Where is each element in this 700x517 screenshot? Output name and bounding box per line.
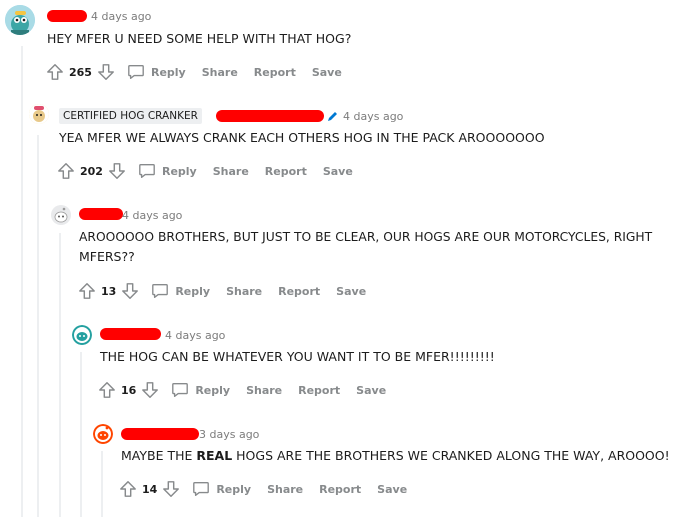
redacted-username[interactable]	[121, 428, 199, 440]
avatar[interactable]	[93, 424, 113, 444]
avatar-image	[51, 205, 71, 225]
report-button[interactable]: Report	[254, 66, 296, 79]
avatar-image	[93, 424, 113, 444]
save-button[interactable]: Save	[336, 285, 366, 298]
downvote-arrow-icon[interactable]	[121, 282, 139, 300]
comment-bubble-icon	[193, 482, 210, 496]
comment-actions: 265 Reply Share Report Save	[46, 62, 342, 82]
thread-line-level-2[interactable]	[37, 135, 39, 517]
timestamp[interactable]: 3 days ago	[199, 428, 259, 441]
reply-button[interactable]: Reply	[138, 162, 197, 180]
redacted-username[interactable]	[79, 208, 123, 220]
save-button[interactable]: Save	[323, 165, 353, 178]
avatar-image	[5, 5, 35, 35]
avatar[interactable]	[29, 104, 49, 124]
comment-bubble-icon	[152, 284, 169, 298]
share-button[interactable]: Share	[246, 384, 282, 397]
upvote-arrow-icon[interactable]	[78, 282, 96, 300]
avatar[interactable]	[51, 205, 71, 225]
report-button[interactable]: Report	[298, 384, 340, 397]
comment-text-line-1: AROOOOOO BROTHERS, BUT JUST TO BE CLEAR,…	[79, 230, 653, 244]
share-button[interactable]: Share	[213, 165, 249, 178]
avatar-image	[72, 325, 92, 345]
reply-label: Reply	[161, 164, 197, 178]
comment-text-line-2: MFERS??	[79, 249, 135, 264]
vote-count: 265	[69, 65, 92, 79]
comment-bubble-icon	[128, 65, 144, 79]
avatar-image	[29, 104, 49, 124]
comment-actions: 13 Reply Share Report Save	[78, 281, 366, 301]
comment-bubble-icon	[172, 383, 189, 397]
reply-label: Reply	[216, 482, 252, 496]
reply-button[interactable]: Reply	[192, 480, 251, 498]
comment-text-bold: REAL	[196, 448, 233, 463]
downvote-arrow-icon[interactable]	[97, 63, 115, 81]
comment-text: MAYBE THE REAL HOGS ARE THE BROTHERS WE …	[121, 445, 670, 467]
save-button[interactable]: Save	[312, 66, 342, 79]
reply-button[interactable]: Reply	[171, 381, 230, 399]
report-button[interactable]: Report	[278, 285, 320, 298]
downvote-arrow-icon[interactable]	[141, 381, 159, 399]
user-flair: CERTIFIED HOG CRANKER	[59, 108, 202, 124]
comment-text: HEY MFER U NEED SOME HELP WITH THAT HOG?	[47, 31, 352, 46]
upvote-arrow-icon[interactable]	[46, 63, 64, 81]
vote-count: 13	[101, 284, 117, 298]
downvote-arrow-icon[interactable]	[108, 162, 126, 180]
timestamp[interactable]: 4 days ago	[343, 110, 403, 123]
comment-actions: 16 Reply Share Report Save	[98, 380, 386, 400]
comment-bubble-icon	[139, 164, 155, 178]
vote-count: 16	[121, 383, 137, 397]
upvote-arrow-icon[interactable]	[98, 381, 116, 399]
save-button[interactable]: Save	[356, 384, 386, 397]
thread-line-level-3[interactable]	[59, 233, 61, 517]
redacted-username[interactable]	[216, 110, 324, 122]
timestamp[interactable]: 4 days ago	[91, 10, 151, 23]
share-button[interactable]: Share	[202, 66, 238, 79]
comment-actions: 202 Reply Share Report Save	[57, 161, 353, 181]
reply-button[interactable]: Reply	[151, 282, 210, 300]
reply-label: Reply	[175, 284, 211, 298]
redacted-username[interactable]	[47, 10, 87, 22]
upvote-arrow-icon[interactable]	[119, 480, 137, 498]
timestamp[interactable]: 4 days ago	[165, 329, 225, 342]
thread-line-level-5[interactable]	[101, 451, 103, 517]
comment-text: THE HOG CAN BE WHATEVER YOU WANT IT TO B…	[100, 349, 495, 364]
avatar[interactable]	[5, 5, 35, 35]
share-button[interactable]: Share	[226, 285, 262, 298]
save-button[interactable]: Save	[377, 483, 407, 496]
downvote-arrow-icon[interactable]	[162, 480, 180, 498]
vote-count: 14	[142, 482, 158, 496]
reply-label: Reply	[150, 65, 186, 79]
comment-text-start: MAYBE THE	[121, 448, 197, 463]
upvote-arrow-icon[interactable]	[57, 162, 75, 180]
timestamp[interactable]: 4 days ago	[122, 209, 182, 222]
vote-count: 202	[80, 164, 103, 178]
comment-text-end: HOGS ARE THE BROTHERS WE CRANKED ALONG T…	[232, 448, 670, 463]
report-button[interactable]: Report	[265, 165, 307, 178]
reply-button[interactable]: Reply	[127, 63, 186, 81]
reply-label: Reply	[195, 383, 231, 397]
avatar[interactable]	[72, 325, 92, 345]
redacted-username[interactable]	[100, 328, 161, 340]
thread-line-level-1[interactable]	[21, 46, 23, 517]
comment-text: YEA MFER WE ALWAYS CRANK EACH OTHERS HOG…	[59, 130, 545, 145]
pencil-icon	[328, 112, 337, 121]
report-button[interactable]: Report	[319, 483, 361, 496]
thread-line-level-4[interactable]	[80, 352, 82, 517]
share-button[interactable]: Share	[267, 483, 303, 496]
comment-actions: 14 Reply Share Report Save	[119, 479, 407, 499]
